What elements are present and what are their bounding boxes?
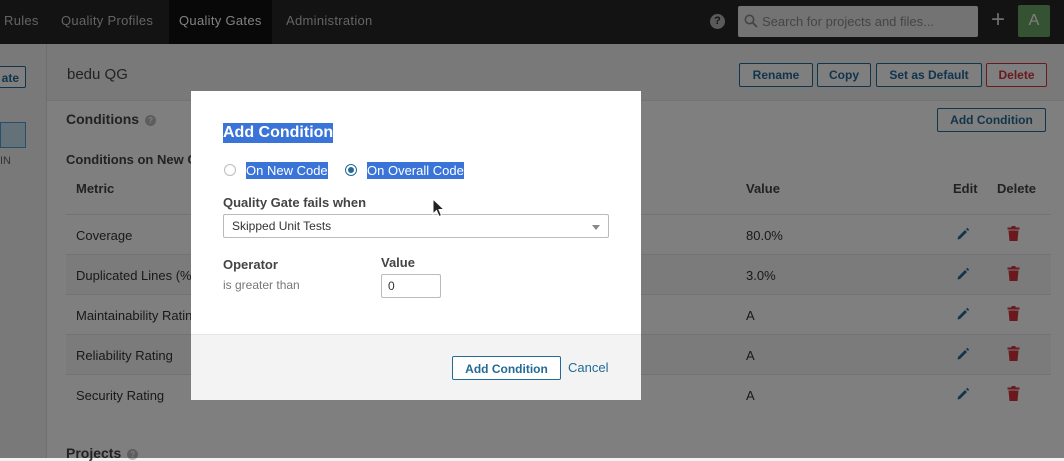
radio-overall-code[interactable] [345, 164, 357, 176]
radio-new-code-label[interactable]: On New Code [246, 162, 328, 179]
metric-select-value: Skipped Unit Tests [232, 219, 332, 233]
submit-add-condition-button[interactable]: Add Condition [452, 356, 561, 380]
operator-label: Operator [223, 257, 278, 272]
fails-when-label: Quality Gate fails when [223, 195, 367, 210]
chevron-down-icon [592, 225, 600, 230]
value-input[interactable] [381, 274, 441, 298]
metric-select[interactable]: Skipped Unit Tests [223, 214, 609, 238]
mouse-cursor-icon [432, 198, 446, 218]
value-label: Value [381, 255, 415, 270]
add-condition-modal: Add Condition On New Code On Overall Cod… [191, 91, 641, 400]
modal-footer: Add Condition Cancel [191, 334, 641, 400]
operator-value: is greater than [223, 278, 300, 292]
cancel-link[interactable]: Cancel [568, 360, 608, 375]
radio-new-code[interactable] [224, 164, 236, 176]
modal-title: Add Condition [223, 123, 334, 143]
radio-overall-code-label[interactable]: On Overall Code [367, 162, 464, 179]
